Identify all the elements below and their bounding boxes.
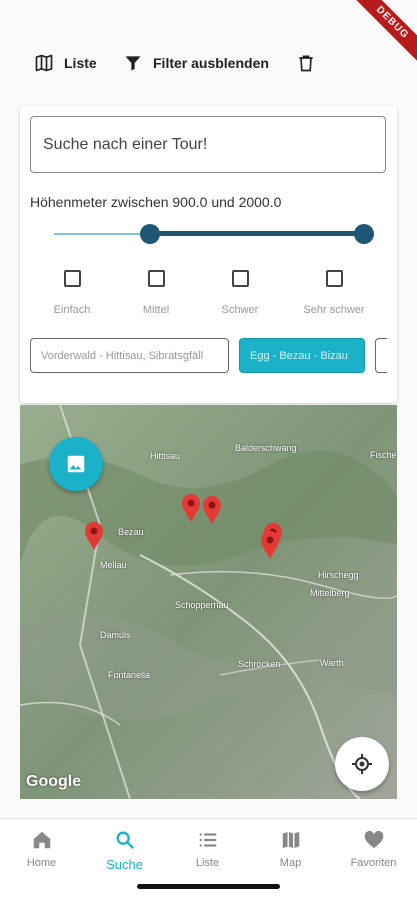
nav-label: Suche	[106, 857, 143, 872]
difficulty-option[interactable]: Sehr schwer	[289, 270, 379, 316]
filter-card: Höhenmeter zwischen 900.0 und 2000.0 Ein…	[20, 106, 397, 403]
filter-toggle-button[interactable]: Filter ausblenden	[123, 48, 269, 78]
elevation-range-slider[interactable]	[54, 224, 374, 244]
gps-icon	[352, 754, 372, 774]
checkbox[interactable]	[63, 270, 81, 287]
map-marker-pin[interactable]	[202, 495, 222, 525]
nav-label: Liste	[195, 857, 220, 869]
toolbar: Liste Filter ausblenden	[0, 48, 417, 78]
nav-label: Map	[279, 857, 302, 869]
google-attribution: Google	[26, 773, 82, 790]
image-icon	[67, 455, 85, 473]
list-button-label: Liste	[64, 55, 97, 71]
map-marker-pin[interactable]	[84, 521, 104, 551]
nav-suche[interactable]: Suche	[83, 829, 166, 872]
home-indicator	[137, 884, 280, 889]
search-input[interactable]	[43, 135, 373, 154]
region-chip[interactable]: Vorderwald - Hittisau, Sibratsgfäll	[30, 338, 229, 373]
map-type-button[interactable]	[49, 437, 103, 491]
region-chip[interactable]	[375, 338, 387, 373]
region-chip-selected[interactable]: Egg - Bezau - Bizau	[239, 338, 365, 373]
elevation-range-label: Höhenmeter zwischen 900.0 und 2000.0	[30, 194, 282, 210]
map-place-label: Bezau	[118, 527, 144, 537]
nav-liste[interactable]: Liste	[166, 829, 249, 869]
difficulty-label: Schwer	[221, 304, 259, 316]
map-place-label: Balderschwang	[235, 443, 297, 453]
list-button[interactable]: Liste	[34, 48, 97, 78]
home-icon	[33, 831, 50, 849]
nav-label: Home	[26, 857, 57, 869]
slider-max-thumb[interactable]	[354, 224, 374, 244]
filter-icon	[125, 56, 141, 71]
slider-active-track	[150, 231, 364, 236]
map-place-label: Mittelberg	[310, 588, 350, 598]
status-bar: DEBUG	[0, 0, 417, 69]
map-place-label: Warth	[320, 658, 344, 668]
delete-button[interactable]	[296, 48, 316, 78]
slider-min-thumb[interactable]	[140, 224, 160, 244]
checkbox[interactable]	[147, 270, 165, 287]
map-place-label: Mellau	[100, 560, 127, 570]
map-place-label: Hittisau	[150, 451, 181, 461]
difficulty-checkboxes: Einfach Mittel Schwer Sehr schwer	[20, 270, 397, 320]
difficulty-option[interactable]: Schwer	[195, 270, 285, 316]
nav-favoriten[interactable]: Favoriten	[332, 829, 415, 869]
map-icon	[35, 54, 53, 72]
map-marker-pin[interactable]	[260, 530, 280, 560]
map-place-label: Schröcken	[238, 659, 281, 669]
map-place-label: Fontanella	[108, 670, 151, 680]
slider-inactive-track	[54, 233, 150, 235]
map-place-label: Fischen	[370, 450, 397, 460]
my-location-button[interactable]	[335, 737, 389, 791]
trash-icon	[299, 55, 313, 72]
map-icon	[282, 831, 299, 849]
map-marker-pin[interactable]	[181, 493, 201, 523]
difficulty-option[interactable]: Mittel	[111, 270, 201, 316]
nav-home[interactable]: Home	[0, 829, 83, 869]
difficulty-label: Mittel	[142, 304, 170, 316]
difficulty-option[interactable]: Einfach	[27, 270, 117, 316]
heart-icon	[364, 830, 383, 849]
difficulty-label: Einfach	[53, 304, 91, 316]
map-place-label: Schoppernau	[175, 600, 229, 610]
checkbox[interactable]	[325, 270, 343, 287]
map-place-label: Hirschegg	[318, 570, 359, 580]
search-icon	[116, 831, 134, 850]
region-chips: Vorderwald - Hittisau, Sibratsgfäll Egg …	[30, 338, 387, 374]
filter-toggle-label: Filter ausblenden	[153, 55, 269, 71]
nav-label: Favoriten	[350, 857, 397, 869]
search-field[interactable]	[30, 116, 386, 173]
map-place-label: Damüls	[100, 630, 131, 640]
list-icon	[199, 833, 216, 847]
difficulty-label: Sehr schwer	[303, 304, 365, 316]
checkbox[interactable]	[231, 270, 249, 287]
nav-map[interactable]: Map	[249, 829, 332, 869]
